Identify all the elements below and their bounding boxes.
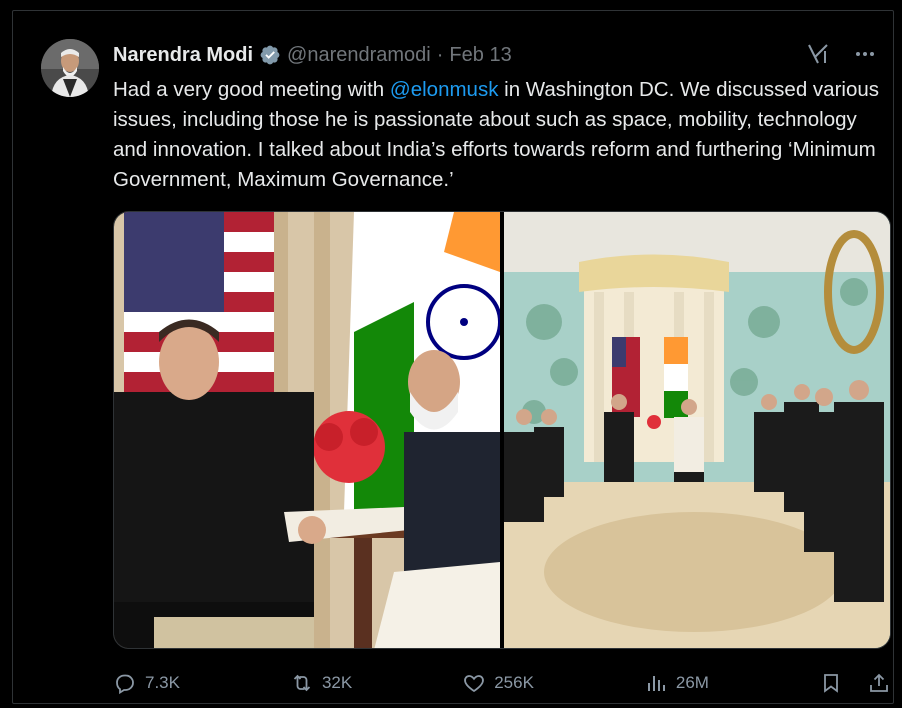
- mention-link[interactable]: @elonmusk: [390, 78, 499, 101]
- tweet-header: Narendra Modi @narendramodi · Feb 13: [113, 41, 873, 69]
- views-button[interactable]: 26M: [644, 671, 709, 695]
- reply-count: 7.3K: [145, 673, 180, 692]
- share-icon: [870, 673, 888, 692]
- author-handle[interactable]: @narendramodi: [287, 44, 431, 67]
- author-name[interactable]: Narendra Modi: [113, 44, 253, 67]
- tweet-header-actions: [805, 41, 877, 67]
- like-icon: [464, 675, 485, 693]
- more-icon[interactable]: [853, 42, 877, 66]
- tweet-media[interactable]: [113, 211, 891, 649]
- photo-handshake[interactable]: [114, 212, 501, 648]
- avatar[interactable]: [41, 39, 99, 97]
- secondary-actions: [819, 671, 891, 695]
- tweet-actions: 7.3K 32K 256K 26M: [113, 667, 891, 699]
- photo-meeting-room[interactable]: [503, 212, 890, 648]
- tweet-text: Had a very good meeting with @elonmusk i…: [113, 75, 893, 195]
- bookmark-button[interactable]: [819, 671, 843, 695]
- views-icon: [647, 676, 665, 691]
- repost-count: 32K: [321, 673, 353, 692]
- share-button[interactable]: [867, 671, 891, 695]
- separator-dot: ·: [436, 43, 444, 66]
- tweet-date[interactable]: Feb 13: [449, 44, 511, 67]
- like-button[interactable]: 256K: [462, 671, 534, 695]
- like-count: 256K: [494, 673, 534, 692]
- bookmark-icon: [824, 674, 838, 693]
- grok-icon[interactable]: [805, 41, 831, 67]
- repost-icon: [293, 674, 311, 692]
- reply-icon: [116, 674, 134, 695]
- tweet-card[interactable]: Narendra Modi @narendramodi · Feb 13 Had…: [12, 10, 894, 704]
- repost-button[interactable]: 32K: [290, 671, 352, 695]
- view-count: 26M: [675, 673, 709, 692]
- tweet-text-part: Had a very good meeting with: [113, 78, 390, 101]
- verified-badge-icon: [259, 44, 281, 66]
- reply-button[interactable]: 7.3K: [113, 671, 180, 695]
